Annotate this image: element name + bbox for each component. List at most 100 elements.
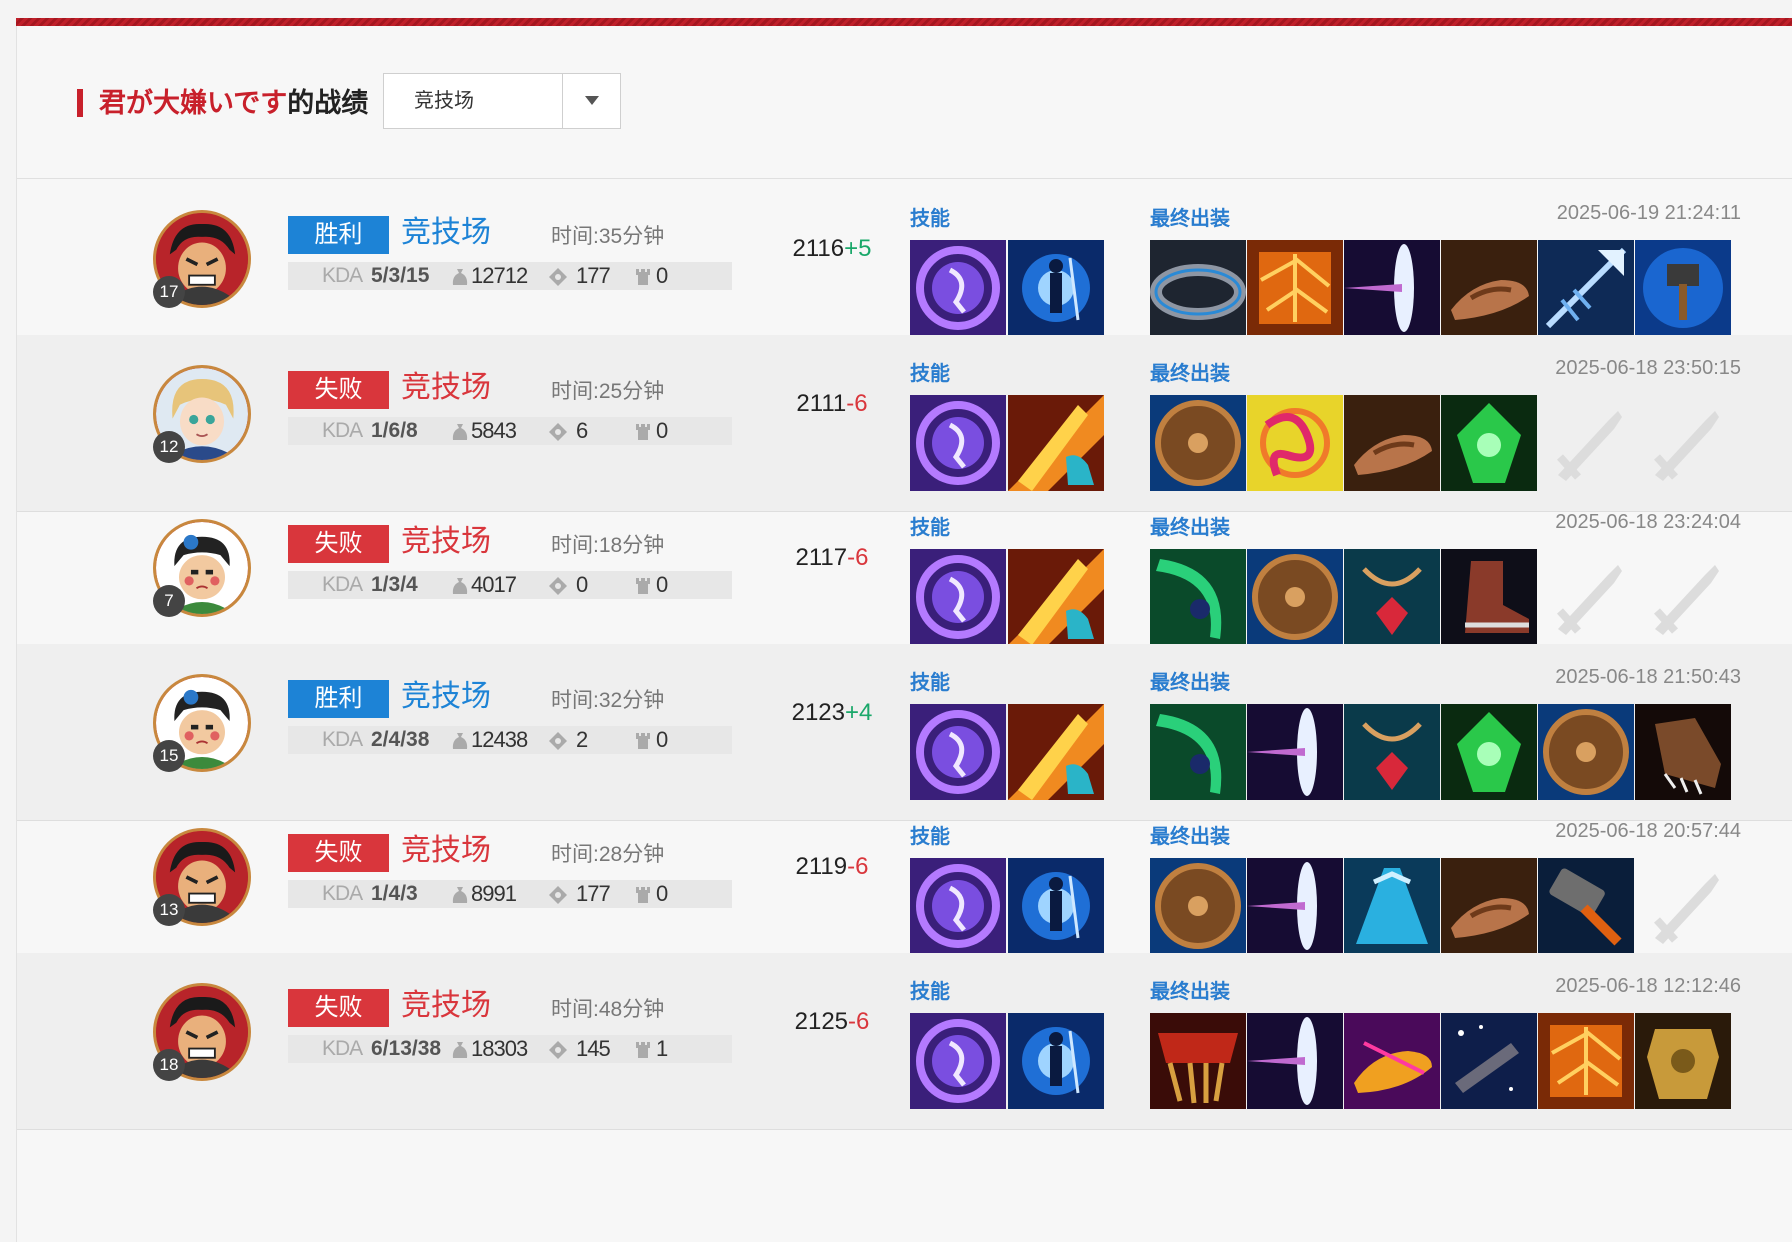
light-blade-item-icon[interactable]: [1344, 240, 1440, 336]
top-accent-bar: [16, 18, 1792, 26]
match-row[interactable]: 12 失败 竞技场 时间:25分钟 KDA 1/6/8 5843 6 0 2111-6 技能 最终出装…: [17, 334, 1792, 512]
chevron-down-icon[interactable]: [562, 74, 620, 128]
starry-cannon-item-icon[interactable]: [1441, 1012, 1537, 1109]
spiked-boot-item-icon[interactable]: [1635, 703, 1731, 800]
match-duration: 时间:18分钟: [551, 534, 665, 557]
wood-shield-item-icon[interactable]: [1150, 858, 1246, 954]
red-belt-item-icon[interactable]: [1150, 1012, 1246, 1109]
result-badge: 胜利: [288, 216, 389, 254]
wood-shield-item-icon[interactable]: [1538, 703, 1634, 800]
ice-spear-item-icon[interactable]: [1538, 240, 1634, 336]
empty-slot-icon: [1538, 395, 1634, 491]
items-label: 最终出装: [1150, 517, 1230, 539]
game-mode-label[interactable]: 竞技场: [401, 830, 491, 872]
minion-icon: [548, 731, 568, 751]
sandal-item-icon[interactable]: [1441, 858, 1537, 954]
green-crystal-item-icon[interactable]: [1441, 394, 1537, 491]
game-mode-label[interactable]: 竞技场: [401, 367, 491, 409]
hero-level-badge: 13: [153, 894, 185, 926]
blue-figure-skill-icon[interactable]: [1008, 1012, 1104, 1109]
iron-hammer-item-icon[interactable]: [1538, 858, 1634, 954]
empty-slot-icon: [1635, 549, 1731, 645]
towers-value: 0: [656, 417, 668, 443]
green-scythe-item-icon[interactable]: [1150, 549, 1246, 645]
tower-icon: [633, 731, 653, 751]
minion-kills-value: 177: [576, 881, 611, 906]
golden-sandal-item-icon[interactable]: [1344, 1012, 1440, 1109]
skills-label: 技能: [910, 980, 950, 1003]
game-mode-label[interactable]: 竞技场: [401, 985, 491, 1027]
rating-delta: -6: [847, 544, 869, 571]
light-blade-item-icon[interactable]: [1247, 1012, 1343, 1109]
page-title: 君が大嫌いです的战绩: [99, 84, 368, 122]
mode-select-value: 竞技场: [414, 90, 474, 112]
leather-boot-item-icon[interactable]: [1441, 549, 1537, 645]
rating-value: 2116: [792, 235, 845, 262]
hero-level-badge: 15: [153, 739, 185, 772]
items-label: 最终出装: [1150, 208, 1230, 230]
blue-figure-skill-icon[interactable]: [1008, 240, 1104, 336]
title-marker: [77, 89, 83, 117]
stats-bar: KDA 5/3/15 12712 177 0: [288, 262, 732, 290]
minion-kills-value: 0: [576, 572, 588, 597]
hero-level-badge: 17: [153, 276, 185, 308]
wood-shield-item-icon[interactable]: [1150, 394, 1246, 491]
items-label: 最终出装: [1150, 980, 1230, 1003]
ruby-amulet-item-icon[interactable]: [1344, 549, 1440, 645]
mode-select[interactable]: 竞技场: [383, 73, 621, 129]
game-mode-label[interactable]: 竞技场: [401, 212, 491, 254]
match-date: 2025-06-19 21:24:11: [1556, 202, 1741, 224]
match-row[interactable]: 7 失败 竞技场 时间:18分钟 KDA 1/3/4 4017 0 0 2117-6 技能 最终出装 2…: [17, 489, 1792, 666]
purple-dash-skill-icon[interactable]: [910, 549, 1006, 645]
green-crystal-item-icon[interactable]: [1441, 703, 1537, 800]
panel-header: 君が大嫌いです的战绩 竞技场: [17, 26, 1792, 179]
light-blade-item-icon[interactable]: [1247, 703, 1343, 800]
green-scythe-item-icon[interactable]: [1150, 703, 1246, 800]
purple-dash-skill-icon[interactable]: [910, 703, 1006, 800]
kda-label: KDA: [322, 264, 363, 287]
fire-hand-skill-icon[interactable]: [1008, 394, 1104, 491]
gold-bag-icon: [450, 885, 470, 905]
purple-dash-skill-icon[interactable]: [910, 858, 1006, 954]
kda-label: KDA: [322, 418, 363, 442]
kda-label: KDA: [322, 882, 363, 905]
game-mode-label[interactable]: 竞技场: [401, 521, 491, 563]
spiral-charm-item-icon[interactable]: [1247, 394, 1343, 491]
match-row[interactable]: 17 胜利 竞技场 时间:35分钟 KDA 5/3/15 12712 177 0 2116+5 技能…: [17, 180, 1792, 357]
light-blade-item-icon[interactable]: [1247, 858, 1343, 954]
molten-armor-item-icon[interactable]: [1247, 240, 1343, 336]
rating-delta: +5: [844, 235, 872, 262]
match-duration: 时间:28分钟: [551, 843, 665, 866]
minion-kills-value: 145: [576, 1035, 611, 1061]
hero-level-badge: 18: [153, 1048, 185, 1081]
sandal-item-icon[interactable]: [1344, 394, 1440, 491]
match-date: 2025-06-18 23:50:15: [1555, 356, 1741, 379]
rating-value: 2125: [794, 1007, 849, 1035]
match-row[interactable]: 18 失败 竞技场 时间:48分钟 KDA 6/13/38 18303 145 1 2125-6 技…: [17, 952, 1792, 1130]
match-duration: 时间:48分钟: [551, 997, 665, 1021]
molten-armor-item-icon[interactable]: [1538, 1012, 1634, 1109]
fire-hand-skill-icon[interactable]: [1008, 703, 1104, 800]
blue-hammer-item-icon[interactable]: [1635, 240, 1731, 336]
stats-bar: KDA 1/4/3 8991 177 0: [288, 880, 732, 908]
towers-value: 0: [656, 263, 668, 288]
blue-cloak-item-icon[interactable]: [1344, 858, 1440, 954]
purple-dash-skill-icon[interactable]: [910, 240, 1006, 336]
rating-value: 2119: [795, 853, 848, 880]
match-duration: 时间:32分钟: [551, 688, 665, 712]
blue-figure-skill-icon[interactable]: [1008, 858, 1104, 954]
match-row[interactable]: 13 失败 竞技场 时间:28分钟 KDA 1/4/3 8991 177 0 2119-6 技能 最终…: [17, 798, 1792, 975]
purple-dash-skill-icon[interactable]: [910, 1012, 1006, 1109]
minion-icon: [548, 267, 568, 287]
gold-bag-icon: [450, 731, 470, 751]
skills-label: 技能: [910, 671, 950, 694]
fire-hand-skill-icon[interactable]: [1008, 549, 1104, 645]
game-mode-label[interactable]: 竞技场: [401, 676, 491, 718]
purple-dash-skill-icon[interactable]: [910, 394, 1006, 491]
gold-armor-item-icon[interactable]: [1635, 1012, 1731, 1109]
ruby-amulet-item-icon[interactable]: [1344, 703, 1440, 800]
wood-shield-item-icon[interactable]: [1247, 549, 1343, 645]
steel-ring-item-icon[interactable]: [1150, 240, 1246, 336]
match-row[interactable]: 15 胜利 竞技场 时间:32分钟 KDA 2/4/38 12438 2 0 2123+4 技能 最终…: [17, 643, 1792, 821]
sandal-item-icon[interactable]: [1441, 240, 1537, 336]
